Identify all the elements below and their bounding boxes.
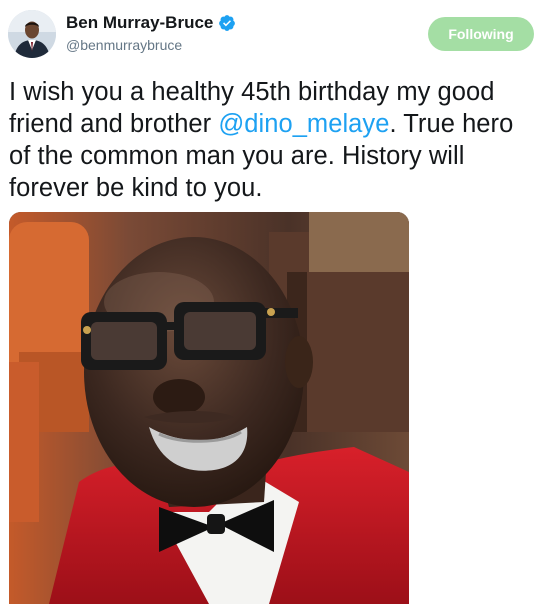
- tweet-text: I wish you a healthy 45th birthday my go…: [9, 76, 549, 204]
- tweet-text-segment: . True hero: [389, 110, 514, 138]
- mention-link[interactable]: @dino_melaye: [218, 110, 389, 138]
- profile-photo-image: [8, 10, 56, 58]
- author-avatar[interactable]: [8, 10, 56, 58]
- verified-badge-icon: [218, 14, 236, 32]
- tweet-text-line: of the common man you are. History will: [9, 140, 549, 172]
- tweet-text-line: friend and brother @dino_melaye. True he…: [9, 108, 549, 140]
- tweet-text-segment: friend and brother: [9, 110, 219, 138]
- tweet-card: Ben Murray-Bruce @benmurraybruce Followi…: [0, 0, 553, 604]
- tweet-text-segment: of the common man you are. History will: [9, 142, 465, 170]
- author-name[interactable]: Ben Murray-Bruce: [66, 13, 213, 33]
- tweet-text-line: I wish you a healthy 45th birthday my go…: [9, 76, 549, 108]
- tweet-text-segment: forever be kind to you.: [9, 174, 263, 202]
- tweet-text-line: forever be kind to you.: [9, 172, 549, 204]
- following-button[interactable]: Following: [428, 17, 534, 51]
- author-name-row: Ben Murray-Bruce: [66, 13, 236, 33]
- tweet-text-segment: I wish you a healthy 45th birthday my go…: [9, 78, 495, 106]
- portrait-photo-image: [9, 212, 409, 604]
- tweet-photo[interactable]: [9, 212, 409, 604]
- author-info: Ben Murray-Bruce @benmurraybruce: [66, 13, 236, 53]
- author-handle[interactable]: @benmurraybruce: [66, 37, 236, 53]
